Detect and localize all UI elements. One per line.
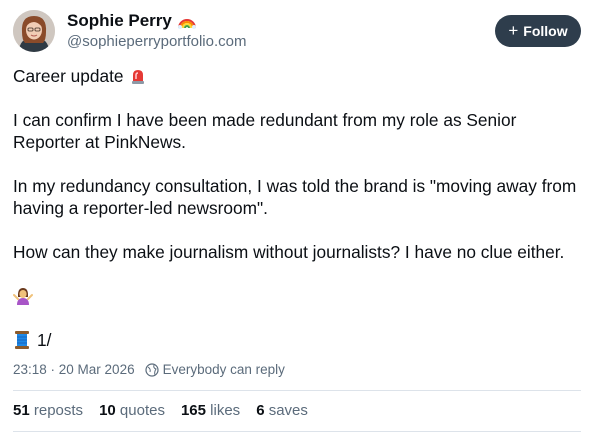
reposts-stat[interactable]: 51 reposts [13,402,83,420]
likes-label: likes [210,402,241,419]
post-paragraph-1: I can confirm I have been made redundant… [13,110,517,152]
plus-icon: + [508,21,519,40]
avatar[interactable] [13,10,55,52]
quotes-label: quotes [119,402,165,419]
author-handle[interactable]: @sophieperryportfolio.com [67,33,246,51]
reposts-label: reposts [33,402,84,419]
avatar-image [13,10,55,52]
rotating-light-icon [132,70,145,84]
saves-stat[interactable]: 6 saves [256,402,308,420]
rainbow-icon [177,19,196,29]
post-body: Career update I can confirm I have been … [13,65,583,351]
post-thread: Sophie Perry @sophieperryportfolio.com +… [0,0,595,432]
likes-stat[interactable]: 165 likes [181,402,240,420]
likes-count: 165 [180,402,206,419]
person-shrugging-icon [13,288,33,305]
post-paragraph-3: How can they make journalism without jou… [13,242,565,262]
globe-icon [144,363,159,377]
author-name[interactable]: Sophie Perry [67,11,197,31]
follow-label: Follow [523,23,568,39]
post-line-career: Career update [13,65,583,87]
thread-counter: 1/ [37,330,52,350]
thread-spool-icon [15,331,29,349]
author-block: Sophie Perry @sophieperryportfolio.com [67,11,246,51]
post-line-shrug [13,285,583,307]
saves-label: saves [268,402,308,419]
divider-top [13,390,581,391]
post-paragraph-2: In my redundancy consultation, I was tol… [13,176,577,218]
reply-setting-label: Everybody can reply [162,362,285,377]
follow-button[interactable]: + Follow [495,15,581,47]
quotes-stat[interactable]: 10 quotes [99,402,165,420]
saves-count: 6 [256,402,265,419]
post-line1-text: Career update [13,66,124,86]
post-line-thread: 1/ [13,329,583,351]
post-meta: 23:18 · 20 Mar 2026 Everybody can reply [13,362,285,378]
quotes-count: 10 [99,402,116,419]
engagement-stats: 51 reposts 10 quotes 165 likes 6 saves [13,402,308,420]
reply-setting: Everybody can reply [144,362,285,378]
post-timestamp[interactable]: 23:18 · 20 Mar 2026 [13,362,135,378]
author-name-text: Sophie Perry [67,11,172,30]
reposts-count: 51 [13,402,30,419]
